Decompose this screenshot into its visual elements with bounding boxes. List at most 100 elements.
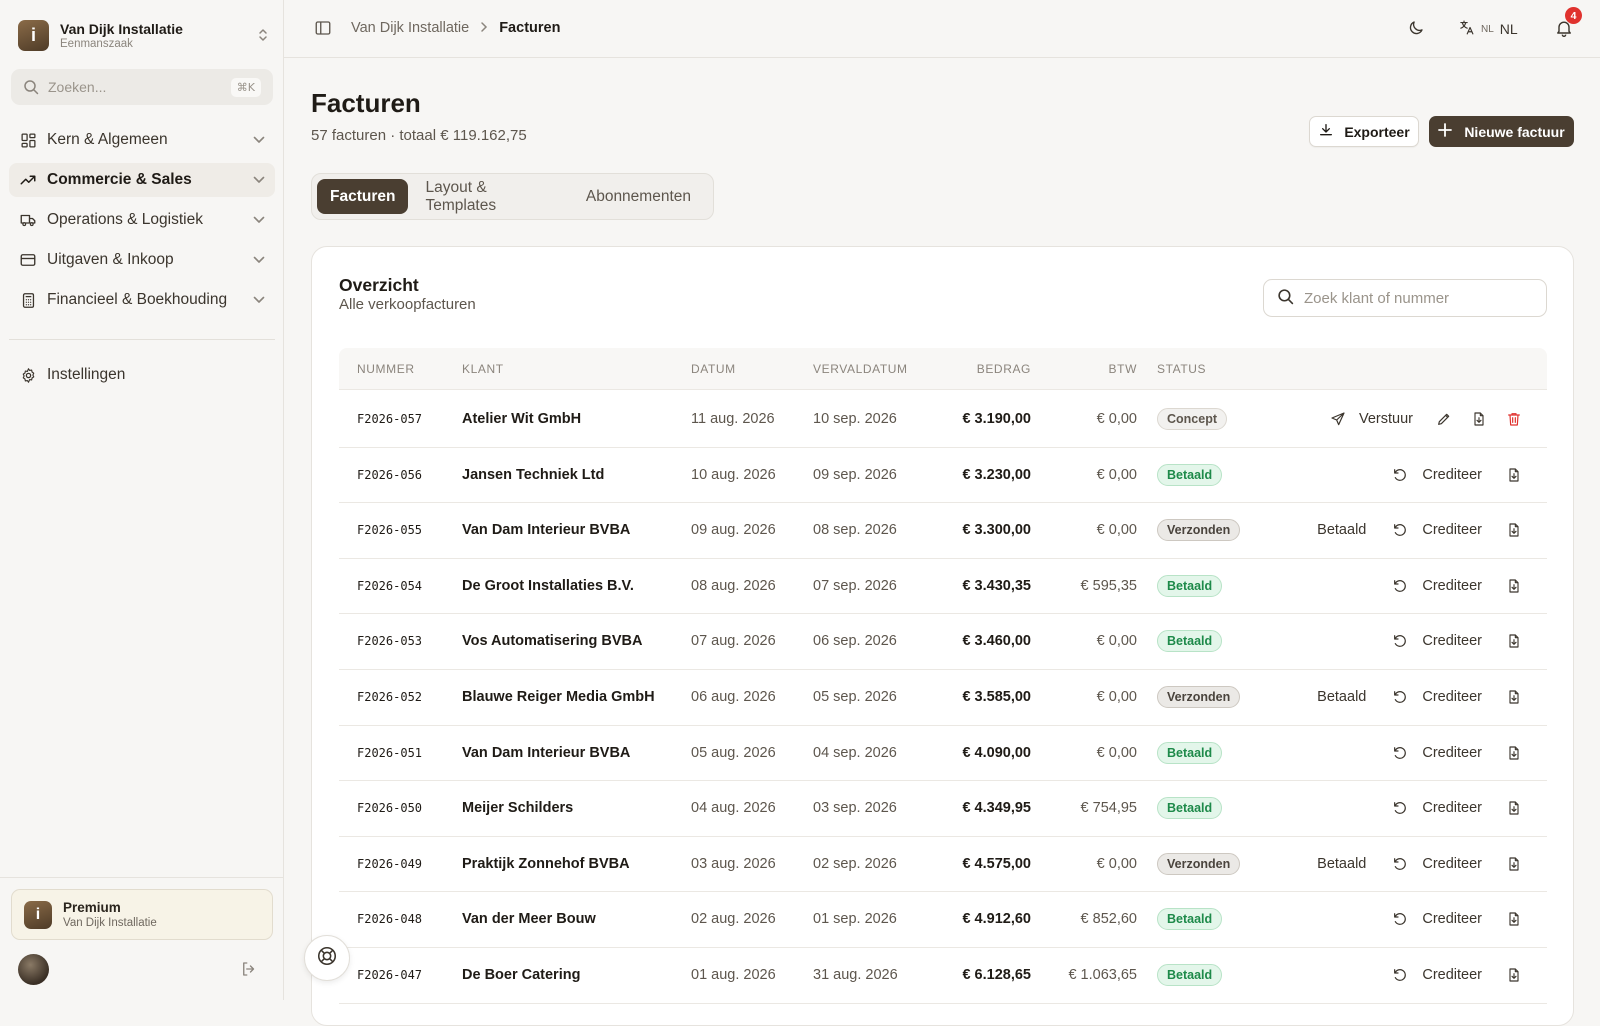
sidebar-toggle-icon[interactable] (314, 19, 334, 39)
avatar[interactable] (18, 954, 49, 985)
column-header-vervaldatum[interactable]: VERVALDATUM (813, 362, 908, 376)
tab-abonnementen[interactable]: Abonnementen (573, 179, 704, 214)
invoice-search-placeholder: Zoek klant of nummer (1304, 289, 1450, 307)
credit-button[interactable]: Crediteer (1422, 967, 1482, 983)
mark-paid-button[interactable]: Betaald (1317, 522, 1366, 538)
download-pdf-icon[interactable] (1505, 632, 1523, 650)
table-row[interactable]: F2026-055 Van Dam Interieur BVBA 09 aug. 2… (339, 502, 1547, 559)
credit-button[interactable]: Crediteer (1422, 856, 1482, 872)
table-row[interactable]: F2026-051 Van Dam Interieur BVBA 05 aug. 2… (339, 725, 1547, 782)
invoice-number[interactable]: F2026-047 (357, 947, 422, 1003)
credit-button[interactable]: Crediteer (1422, 467, 1482, 483)
table-row[interactable]: F2026-057 Atelier Wit GmbH 11 aug. 2026 10 … (339, 391, 1547, 448)
download-pdf-icon[interactable] (1505, 799, 1523, 817)
download-pdf-icon[interactable] (1505, 966, 1523, 984)
tab-layout-templates[interactable]: Layout & Templates (412, 179, 568, 214)
send-button[interactable]: Verstuur (1359, 411, 1413, 427)
invoice-number[interactable]: F2026-052 (357, 669, 422, 725)
table-row[interactable]: F2026-048 Van der Meer Bouw 02 aug. 2026 01… (339, 891, 1547, 949)
tab-facturen[interactable]: Facturen (317, 179, 409, 214)
sidebar-item-kern-algemeen[interactable]: Kern & Algemeen (9, 123, 275, 157)
table-row[interactable]: F2026-047 De Boer Catering 01 aug. 2026 31 … (339, 947, 1547, 1004)
invoice-client: De Boer Catering (462, 967, 581, 983)
invoice-search-input[interactable]: Zoek klant of nummer (1263, 279, 1547, 317)
download-pdf-icon[interactable] (1505, 744, 1523, 762)
undo-icon (1391, 521, 1409, 539)
download-pdf-icon[interactable] (1505, 466, 1523, 484)
download-pdf-icon[interactable] (1505, 577, 1523, 595)
invoice-number[interactable]: F2026-056 (357, 447, 422, 503)
download-pdf-icon[interactable] (1505, 910, 1523, 928)
breadcrumb-parent[interactable]: Van Dijk Installatie (351, 20, 469, 36)
credit-button[interactable]: Crediteer (1422, 522, 1482, 538)
edit-icon[interactable] (1435, 410, 1453, 428)
chevron-down-icon[interactable] (253, 131, 265, 149)
premium-card[interactable]: i Premium Van Dijk Installatie (11, 889, 273, 940)
invoice-vat: € 0,00 (1096, 411, 1137, 427)
credit-button[interactable]: Crediteer (1422, 800, 1482, 816)
credit-button[interactable]: Crediteer (1422, 745, 1482, 761)
card-title: Overzicht (339, 275, 419, 295)
chevron-down-icon[interactable] (253, 171, 265, 189)
trash-icon[interactable] (1505, 410, 1523, 428)
credit-button[interactable]: Crediteer (1422, 578, 1482, 594)
invoice-number[interactable]: F2026-048 (357, 891, 422, 947)
mark-paid-button[interactable]: Betaald (1317, 856, 1366, 872)
global-search[interactable]: Zoeken... ⌘K (11, 69, 273, 105)
invoice-amount: € 4.912,60 (962, 911, 1031, 928)
credit-button[interactable]: Crediteer (1422, 689, 1482, 705)
plus-icon (1438, 123, 1453, 140)
language-switcher[interactable]: NL NL (1458, 19, 1518, 39)
chevron-down-icon[interactable] (253, 291, 265, 309)
sidebar-item-financieel-boekhouding[interactable]: Financieel & Boekhouding (9, 283, 275, 317)
search-icon (1277, 288, 1294, 309)
export-button[interactable]: Exporteer (1309, 116, 1419, 147)
invoice-number[interactable]: F2026-053 (357, 613, 422, 669)
download-pdf-icon[interactable] (1505, 855, 1523, 873)
column-header-nummer[interactable]: NUMMER (357, 362, 415, 376)
sidebar-item-operations-logistiek[interactable]: Operations & Logistiek (9, 203, 275, 237)
table-row[interactable]: F2026-054 De Groot Installaties B.V. 08 au… (339, 558, 1547, 615)
invoice-number[interactable]: F2026-057 (357, 391, 422, 447)
undo-icon (1391, 744, 1409, 762)
sidebar-item-uitgaven-inkoop[interactable]: Uitgaven & Inkoop (9, 243, 275, 277)
column-header-klant[interactable]: KLANT (462, 362, 504, 376)
column-header-btw[interactable]: BTW (1109, 362, 1137, 376)
help-button[interactable] (304, 935, 350, 981)
invoice-number[interactable]: F2026-055 (357, 502, 422, 558)
invoice-amount: € 3.230,00 (962, 466, 1031, 483)
chevron-down-icon[interactable] (253, 211, 265, 229)
table-row[interactable]: F2026-056 Jansen Techniek Ltd 10 aug. 2026… (339, 447, 1547, 504)
invoice-number[interactable]: F2026-051 (357, 725, 422, 781)
table-row[interactable]: F2026-050 Meijer Schilders 04 aug. 2026 03 … (339, 780, 1547, 837)
sidebar-item-instellingen[interactable]: Instellingen (9, 358, 275, 392)
credit-button[interactable]: Crediteer (1422, 633, 1482, 649)
table-row[interactable]: F2026-053 Vos Automatisering BVBA 07 aug. … (339, 613, 1547, 671)
table-row[interactable]: F2026-052 Blauwe Reiger Media GmbH 06 aug.… (339, 669, 1547, 726)
chevron-down-icon[interactable] (253, 251, 265, 269)
invoice-number[interactable]: F2026-050 (357, 780, 422, 836)
org-switcher[interactable]: i Van Dijk Installatie Eenmanszaak (18, 17, 274, 53)
truck-icon (19, 211, 37, 229)
column-header-datum[interactable]: DATUM (691, 362, 736, 376)
invoice-due-date: 02 sep. 2026 (813, 855, 897, 872)
table-row[interactable]: F2026-049 Praktijk Zonnehof BVBA 03 aug. 2… (339, 836, 1547, 893)
invoice-vat: € 754,95 (1080, 800, 1137, 817)
invoice-amount: € 4.575,00 (962, 855, 1031, 872)
chevrons-up-down-icon[interactable] (254, 26, 272, 44)
download-pdf-icon[interactable] (1505, 521, 1523, 539)
download-pdf-icon[interactable] (1505, 688, 1523, 706)
invoice-number[interactable]: F2026-049 (357, 836, 422, 892)
column-header-bedrag[interactable]: BEDRAG (977, 362, 1031, 376)
status-badge: Verzonden (1157, 686, 1241, 708)
credit-button[interactable]: Crediteer (1422, 911, 1482, 927)
logout-icon[interactable] (240, 960, 260, 980)
new-invoice-button[interactable]: Nieuwe factuur (1429, 116, 1574, 147)
download-pdf-icon[interactable] (1470, 410, 1488, 428)
column-header-status[interactable]: STATUS (1157, 362, 1206, 376)
invoice-number[interactable]: F2026-054 (357, 558, 422, 614)
moon-icon[interactable] (1407, 19, 1427, 39)
mark-paid-button[interactable]: Betaald (1317, 689, 1366, 705)
language-code: NL (1499, 21, 1518, 37)
sidebar-item-commercie-sales[interactable]: Commercie & Sales (9, 163, 275, 197)
